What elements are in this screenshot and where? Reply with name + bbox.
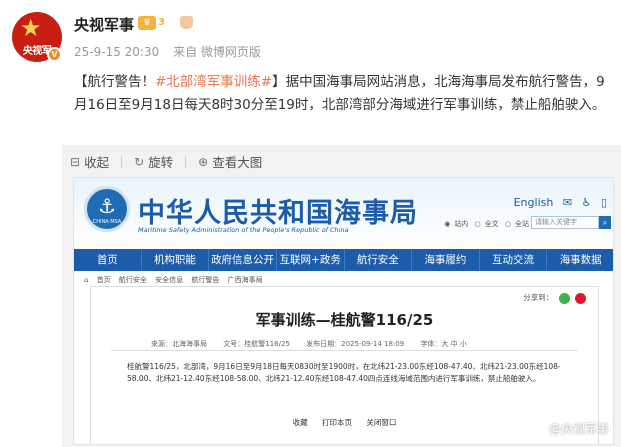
- search-scope-options: ◉ 站内 ○ 全文 ○ 全站: [440, 219, 529, 229]
- accessibility-icon: ♿: [581, 196, 592, 209]
- msa-nav-item: 航行安全: [345, 249, 413, 271]
- english-link: English: [513, 196, 554, 209]
- vip-level-number: 3: [158, 17, 165, 28]
- toolbar-divider: [185, 156, 187, 168]
- msa-search-input: 请输入关键字: [531, 216, 599, 229]
- view-large-label: 查看大图: [212, 155, 263, 170]
- msa-logo: ⚓ CHINA MSA: [84, 186, 130, 232]
- msa-site-title: 中华人民共和国海事局: [138, 198, 418, 229]
- collapse-label: 收起: [84, 155, 110, 170]
- weibo-watermark: @央视军事: [548, 422, 609, 436]
- msa-article-footer: 收藏 打印本页 关闭窗口: [91, 417, 598, 428]
- post-text: 【航行警告！#北部湾军事训练#】据中国海事局网站消息，北海海事局发布航行警告，9…: [74, 71, 610, 117]
- msa-nav-item: 机构职能: [142, 249, 210, 271]
- rotate-button[interactable]: ↻ 旋转: [134, 152, 173, 171]
- breadcrumb-item: 首页: [96, 276, 111, 284]
- article-source: 来源：北海海事局: [151, 340, 207, 348]
- post-source: 来自 微博网页版: [173, 45, 261, 59]
- mail-icon: ✉: [562, 196, 573, 209]
- rotate-label: 旋转: [148, 155, 174, 170]
- fan-badge-icon[interactable]: [180, 16, 193, 29]
- msa-article-box: 分享到： 军事训练—桂航警116/25 来源：北海海事局 文号：桂航警116/2…: [90, 286, 599, 444]
- scope-option-2: ○ 全文: [474, 220, 499, 228]
- msa-header: ⚓ CHINA MSA 中华人民共和国海事局 Maritime Safety A…: [74, 178, 613, 248]
- msa-utility-links: English ✉ ♿ ▯: [508, 196, 607, 209]
- image-toolbar: ⊟ 收起 ↻ 旋转 ⊕ 查看大图: [70, 152, 274, 171]
- article-font-size: 字体：大 中 小: [420, 340, 467, 348]
- msa-nav-item: 互联网+政务: [277, 249, 345, 271]
- scope-option-1: ◉ 站内: [444, 220, 469, 228]
- msa-nav-item: 海事数据: [547, 249, 613, 271]
- share-label: 分享到：: [523, 293, 554, 302]
- home-icon: ⌂: [84, 276, 89, 284]
- print-link: 打印本页: [322, 418, 352, 427]
- favorite-link: 收藏: [292, 418, 308, 427]
- msa-nav-item: 海事履约: [412, 249, 480, 271]
- msa-article-body: 桂航警116/25，北部湾，9月16日至9月18日每天0830时至1900时，在…: [127, 362, 561, 383]
- topic-link[interactable]: #北部湾军事训练#: [155, 74, 272, 90]
- msa-site-subtitle: Maritime Safety Administration of the Pe…: [138, 226, 349, 234]
- collapse-icon: ⊟: [70, 154, 81, 169]
- divider: [111, 350, 578, 351]
- msa-nav-bar: 首页 机构职能 政府信息公开 互联网+政务 航行安全 海事履约 互动交流 海事数…: [74, 249, 613, 271]
- msa-logo-text: CHINA MSA: [92, 219, 122, 225]
- collapse-button[interactable]: ⊟ 收起: [70, 152, 109, 171]
- msa-article-title: 军事训练—桂航警116/25: [255, 311, 434, 329]
- msa-screenshot-image[interactable]: ⚓ CHINA MSA 中华人民共和国海事局 Maritime Safety A…: [73, 177, 614, 445]
- scope-option-3: ○ 全站: [504, 220, 529, 228]
- breadcrumb-item: 航行警告: [191, 276, 220, 284]
- post-text-prefix: 【航行警告！: [74, 74, 155, 90]
- mobile-icon: ▯: [600, 196, 607, 209]
- article-doc-no: 文号：桂航警116/25: [223, 340, 290, 348]
- post-meta: 25-9-15 20:30 来自 微博网页版: [74, 43, 271, 60]
- anchor-icon: ⚓: [98, 194, 116, 218]
- share-bar: 分享到：: [523, 292, 586, 304]
- verified-badge: V: [47, 47, 62, 62]
- toolbar-divider: [121, 156, 123, 168]
- close-window-link: 关闭窗口: [366, 418, 397, 427]
- wechat-icon: [558, 292, 570, 304]
- breadcrumb-item: 广西海事局: [227, 276, 263, 284]
- weibo-icon: [575, 292, 586, 304]
- breadcrumb-item: 安全信息: [155, 276, 184, 284]
- view-large-button[interactable]: ⊕ 查看大图: [198, 152, 262, 171]
- star-icon: ★: [20, 14, 42, 42]
- msa-breadcrumb: ⌂ 首页 航行安全 安全信息 航行警告 广西海事局: [84, 275, 269, 285]
- msa-nav-item: 互动交流: [480, 249, 548, 271]
- rotate-icon: ↻: [134, 154, 145, 169]
- post-time[interactable]: 25-9-15 20:30: [74, 45, 159, 59]
- msa-nav-item: 政府信息公开: [209, 249, 277, 271]
- zoom-icon: ⊕: [198, 154, 209, 169]
- msa-nav-item: 首页: [74, 249, 142, 271]
- author-name[interactable]: 央视军事: [74, 14, 134, 35]
- article-date: 发布日期：2025-09-14 18:09: [306, 340, 405, 348]
- breadcrumb-item: 航行安全: [118, 276, 147, 284]
- vip-crown-icon: ♛: [138, 16, 156, 30]
- msa-article-info: 来源：北海海事局 文号：桂航警116/25 发布日期：2025-09-14 18…: [151, 339, 481, 349]
- search-icon: ⌕: [599, 216, 611, 229]
